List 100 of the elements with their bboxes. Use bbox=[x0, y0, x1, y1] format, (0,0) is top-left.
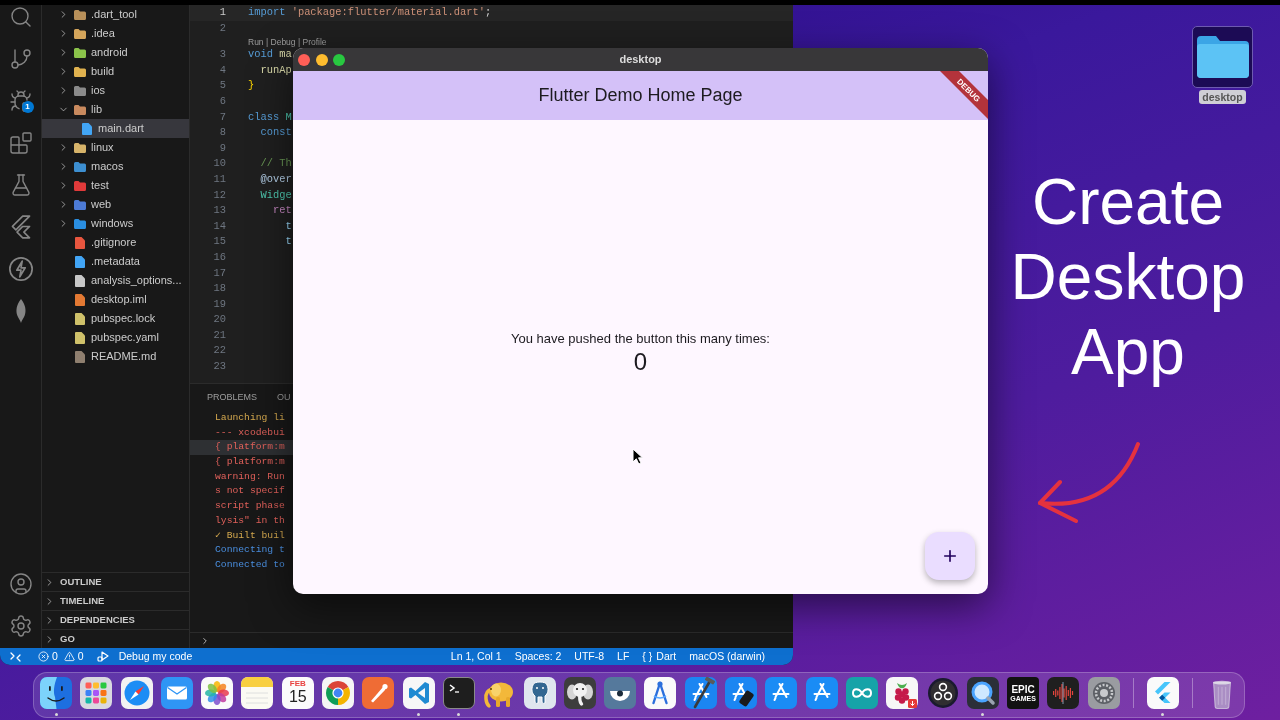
branch-icon[interactable] bbox=[8, 47, 33, 71]
desktop-folder[interactable] bbox=[1192, 26, 1253, 88]
blocks-icon[interactable] bbox=[8, 131, 33, 155]
tree-item[interactable]: pubspec.yaml bbox=[42, 328, 189, 347]
zoom-button[interactable] bbox=[333, 53, 345, 66]
problems-button[interactable]: 0 0 bbox=[38, 648, 84, 665]
section-header[interactable]: TIMELINE bbox=[42, 591, 189, 610]
app-store-icon[interactable] bbox=[805, 677, 838, 709]
chevron-right-icon bbox=[200, 635, 210, 646]
line-number: 20 bbox=[212, 312, 226, 328]
panel-tab[interactable]: PROBLEMS bbox=[207, 391, 257, 403]
line-number: 7 bbox=[218, 109, 226, 125]
phone-tile-icon[interactable] bbox=[725, 677, 758, 709]
infinity-icon[interactable] bbox=[845, 677, 878, 709]
code-line: import 'package:flutter/material.dart'; bbox=[248, 5, 492, 20]
tree-item[interactable]: README.md bbox=[42, 347, 189, 366]
terminal-icon[interactable] bbox=[442, 677, 475, 709]
warning-icon bbox=[63, 651, 75, 662]
panel-tab[interactable]: OU bbox=[277, 391, 291, 403]
tree-item[interactable]: macos bbox=[42, 157, 189, 176]
search-icon[interactable] bbox=[8, 5, 33, 29]
tree-item[interactable]: analysis_options... bbox=[42, 271, 189, 290]
minimize-button[interactable] bbox=[315, 53, 328, 66]
remote-icon[interactable] bbox=[10, 651, 21, 662]
section-header[interactable]: OUTLINE bbox=[42, 572, 189, 591]
app-store-icon[interactable] bbox=[765, 677, 798, 709]
settings-icon[interactable] bbox=[8, 614, 33, 638]
line-number: 22 bbox=[212, 343, 226, 359]
account-icon[interactable] bbox=[8, 572, 33, 596]
status-item[interactable]: { } Dart bbox=[642, 648, 677, 665]
compass-icon[interactable] bbox=[120, 677, 153, 709]
code-line: Widge bbox=[259, 187, 292, 203]
elephant-face-icon[interactable] bbox=[563, 677, 596, 709]
status-item[interactable]: LF bbox=[617, 648, 630, 665]
output-line: Connected to bbox=[214, 557, 286, 572]
status-item[interactable]: macOS (darwin) bbox=[689, 648, 765, 665]
tree-item[interactable]: build bbox=[42, 62, 189, 81]
pen-icon[interactable] bbox=[362, 677, 395, 709]
trash-icon[interactable] bbox=[1211, 680, 1232, 709]
status-item[interactable]: Ln 1, Col 1 bbox=[450, 648, 502, 665]
sound-wave-icon[interactable] bbox=[1047, 677, 1080, 709]
chevron-logo-icon[interactable] bbox=[1146, 677, 1179, 709]
notepad-icon[interactable] bbox=[241, 677, 274, 709]
face-tile-icon[interactable] bbox=[40, 677, 72, 709]
line-number: 8 bbox=[218, 125, 226, 141]
output-line: ✓ Built buil bbox=[214, 528, 286, 543]
app-grid-icon[interactable] bbox=[80, 677, 113, 709]
eye-icon[interactable] bbox=[604, 677, 637, 709]
status-item[interactable]: Spaces: 2 bbox=[514, 648, 562, 665]
tree-item[interactable]: windows bbox=[42, 214, 189, 233]
tree-item[interactable]: pubspec.lock bbox=[42, 309, 189, 328]
folder-label: desktop bbox=[1199, 90, 1246, 104]
elephant-head-icon[interactable] bbox=[523, 677, 556, 709]
code-editor-icon[interactable] bbox=[402, 677, 435, 709]
line-number: 5 bbox=[218, 78, 226, 94]
line-number: 4 bbox=[218, 62, 226, 78]
tree-item[interactable]: main.dart bbox=[42, 119, 189, 138]
line-number: 14 bbox=[212, 218, 226, 234]
tree-item[interactable]: ios bbox=[42, 81, 189, 100]
tree-item[interactable]: .idea bbox=[42, 24, 189, 43]
tree-item[interactable]: .dart_tool bbox=[42, 5, 189, 24]
output-line: lysis" in th bbox=[214, 513, 286, 528]
tree-item[interactable]: lib bbox=[42, 100, 189, 119]
status-item[interactable]: UTF-8 bbox=[574, 648, 605, 665]
raspberry-icon[interactable] bbox=[886, 677, 919, 709]
output-line: Launching li bbox=[214, 411, 286, 425]
ring-logo-icon[interactable] bbox=[322, 677, 355, 709]
three-ring-logo-icon[interactable] bbox=[926, 677, 959, 709]
flower-icon[interactable] bbox=[201, 677, 234, 709]
line-number: 23 bbox=[212, 359, 226, 375]
code-lens-links[interactable]: Run | Debug | Profile bbox=[248, 36, 327, 47]
bug-icon[interactable] bbox=[8, 89, 33, 113]
line-number: 2 bbox=[218, 20, 226, 36]
output-line: warning: Run bbox=[214, 469, 286, 484]
calendar-day: 15 bbox=[288, 688, 307, 706]
output-line: Connecting t bbox=[214, 543, 286, 558]
line-number: 21 bbox=[212, 327, 226, 343]
line-number: 19 bbox=[212, 296, 226, 312]
debug-button[interactable]: Debug my code bbox=[96, 648, 193, 665]
tree-item[interactable]: .metadata bbox=[42, 252, 189, 271]
line-number: 9 bbox=[218, 140, 226, 156]
tree-item[interactable]: test bbox=[42, 176, 189, 195]
leaf-icon[interactable] bbox=[14, 299, 27, 323]
magnifier-icon[interactable] bbox=[966, 677, 999, 709]
line-number: 16 bbox=[212, 249, 226, 265]
tree-item[interactable]: web bbox=[42, 195, 189, 214]
line-number: 3 bbox=[218, 47, 226, 63]
tree-item[interactable]: .gitignore bbox=[42, 233, 189, 252]
tree-item[interactable]: android bbox=[42, 43, 189, 62]
tree-item[interactable]: linux bbox=[42, 138, 189, 157]
hammer-icon[interactable] bbox=[684, 677, 717, 709]
calendar-icon[interactable]: FEB 15 bbox=[281, 677, 314, 709]
tree-item[interactable]: desktop.iml bbox=[42, 290, 189, 309]
gear-icon[interactable] bbox=[1087, 677, 1120, 709]
envelope-icon[interactable] bbox=[160, 677, 193, 709]
close-button[interactable] bbox=[298, 53, 310, 66]
code-line: void ma bbox=[248, 47, 292, 63]
lightning-icon[interactable] bbox=[8, 257, 33, 281]
section-header[interactable]: DEPENDENCIES bbox=[42, 610, 189, 629]
drafting-compass-icon[interactable] bbox=[644, 677, 677, 709]
